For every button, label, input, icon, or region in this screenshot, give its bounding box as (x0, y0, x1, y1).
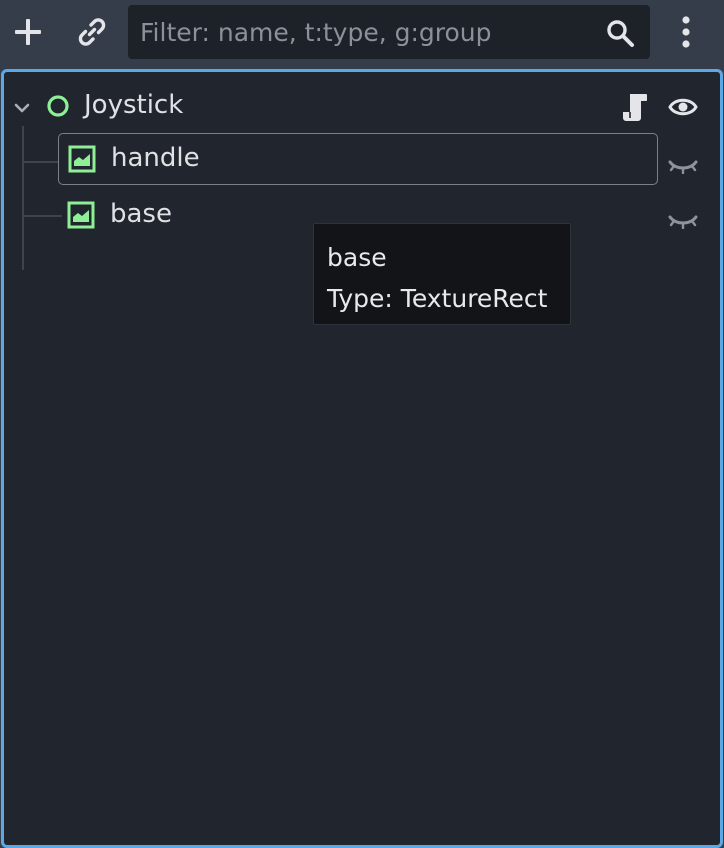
link-icon (78, 18, 106, 46)
node-type-icon (44, 92, 72, 120)
node-circle-icon (47, 95, 69, 117)
tree-guide-line (22, 161, 58, 163)
tree-item-label: handle (111, 143, 200, 173)
search-icon (607, 20, 634, 47)
texture-rect-icon (68, 145, 96, 173)
texture-rect-icon (67, 201, 95, 229)
visibility-toggle[interactable] (665, 90, 701, 124)
kebab-menu-icon (682, 16, 690, 48)
open-script-button[interactable] (618, 90, 652, 124)
filter-input[interactable] (140, 5, 595, 59)
add-node-button[interactable] (8, 12, 48, 52)
tooltip-node-type: Type: TextureRect (327, 284, 548, 313)
node-type-icon (67, 144, 97, 174)
scene-toolbar (0, 0, 724, 66)
eye-icon (668, 98, 698, 116)
script-icon (623, 94, 647, 121)
more-options-button[interactable] (668, 12, 704, 52)
visibility-toggle[interactable] (665, 152, 701, 180)
eye-closed-icon (668, 215, 698, 229)
search-button[interactable] (602, 15, 638, 51)
node-tooltip: base Type: TextureRect (313, 223, 571, 325)
node-type-icon (66, 200, 96, 230)
collapse-arrow[interactable] (10, 96, 34, 120)
tree-guide-line (22, 126, 24, 270)
scene-tree[interactable]: Joystick handle base (1, 69, 723, 848)
tree-item-label: base (110, 199, 172, 229)
filter-field (128, 5, 650, 59)
tree-guide-line (22, 215, 62, 217)
plus-icon (15, 19, 41, 45)
tree-item-handle[interactable]: handle (58, 133, 658, 185)
scene-dock: Joystick (0, 0, 724, 848)
chevron-down-icon (14, 103, 30, 113)
eye-closed-icon (668, 160, 698, 174)
instance-scene-button[interactable] (70, 12, 114, 52)
tooltip-node-name: base (327, 243, 387, 272)
tree-item-label: Joystick (84, 90, 184, 120)
visibility-toggle[interactable] (665, 207, 701, 235)
